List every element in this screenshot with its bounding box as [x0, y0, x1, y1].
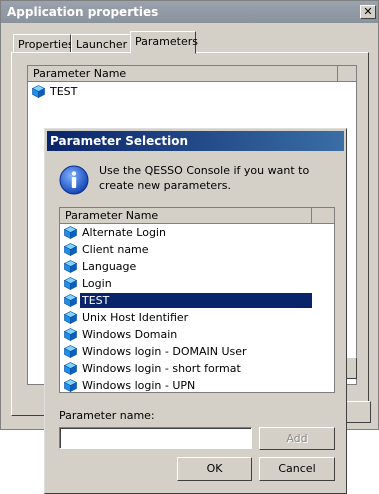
list-item-label: Windows login - UPN: [82, 379, 196, 392]
parameter-selection-list[interactable]: Parameter Name Alternate Login Client nam…: [59, 207, 335, 393]
column-header-label: Parameter Name: [65, 209, 159, 222]
cube-icon: [64, 311, 77, 324]
list-item-label: TEST: [50, 85, 78, 98]
cube-icon: [64, 328, 77, 341]
list-header: Parameter Name: [60, 208, 334, 224]
list-item[interactable]: Unix Host Identifier: [60, 309, 334, 326]
column-header-label: Parameter Name: [33, 67, 127, 80]
cube-icon: [64, 243, 77, 256]
list-item[interactable]: TEST: [28, 83, 356, 100]
parameter-items: Alternate Login Client name Language Login T…: [60, 224, 334, 392]
info-icon: [59, 165, 89, 195]
list-item-label: Login: [82, 277, 112, 290]
list-item[interactable]: Alternate Login: [60, 224, 334, 241]
cancel-button[interactable]: Cancel: [259, 457, 335, 481]
tab-properties[interactable]: Properties: [13, 34, 74, 53]
dialog-title-bar: Parameter Selection: [47, 131, 344, 151]
ok-button[interactable]: OK: [177, 457, 252, 481]
cube-icon: [64, 345, 77, 358]
list-item-label: Alternate Login: [82, 226, 166, 239]
tab-properties-label: Properties: [18, 38, 74, 51]
list-item[interactable]: Windows login - DOMAIN User: [60, 343, 334, 360]
parameter-name-input[interactable]: [59, 427, 252, 449]
list-item[interactable]: Windows login - UPN: [60, 377, 334, 392]
tab-parameters-label: Parameters: [135, 35, 198, 48]
window-title-bar: Application properties: [1, 1, 378, 23]
cancel-button-label: Cancel: [278, 462, 316, 475]
list-item[interactable]: Windows Domain: [60, 326, 334, 343]
cube-icon: [32, 85, 45, 98]
list-item[interactable]: Login: [60, 275, 334, 292]
window-close-button[interactable]: ✕: [360, 5, 376, 19]
cube-icon: [64, 226, 77, 239]
cube-icon: [64, 362, 77, 375]
cube-icon: [64, 294, 77, 307]
add-button[interactable]: Add: [259, 427, 335, 450]
list-item[interactable]: TEST: [60, 292, 334, 309]
list-item-label: Client name: [82, 243, 149, 256]
parameter-selection-dialog: Parameter Selection Use the QESSO Consol…: [44, 128, 347, 494]
cube-icon: [64, 277, 77, 290]
list-item-label: Language: [82, 260, 137, 273]
list-item[interactable]: Client name: [60, 241, 334, 258]
list-item-label: Windows Domain: [82, 328, 178, 341]
cube-icon: [64, 260, 77, 273]
tab-parameters[interactable]: Parameters: [130, 31, 198, 54]
ok-button-label: OK: [206, 462, 223, 475]
close-icon: ✕: [363, 5, 373, 18]
tab-launcher[interactable]: Launcher: [71, 34, 131, 53]
list-header: Parameter Name: [28, 66, 356, 82]
dialog-title: Parameter Selection: [50, 134, 188, 148]
list-item-label: TEST: [80, 293, 312, 308]
parameter-name-label: Parameter name:: [59, 409, 155, 422]
column-header-parameter-name[interactable]: Parameter Name: [28, 66, 338, 82]
list-item[interactable]: Windows login - short format: [60, 360, 334, 377]
tab-launcher-label: Launcher: [76, 38, 128, 51]
column-header-parameter-name[interactable]: Parameter Name: [60, 208, 312, 224]
cube-icon: [64, 379, 77, 392]
list-item-label: Windows login - short format: [82, 362, 241, 375]
window-title: Application properties: [7, 5, 159, 19]
info-message: Use the QESSO Console if you want to cre…: [99, 164, 310, 192]
list-item-label: Windows login - DOMAIN User: [82, 345, 247, 358]
add-button-label: Add: [286, 432, 308, 445]
list-item[interactable]: Language: [60, 258, 334, 275]
list-item-label: Unix Host Identifier: [82, 311, 189, 324]
